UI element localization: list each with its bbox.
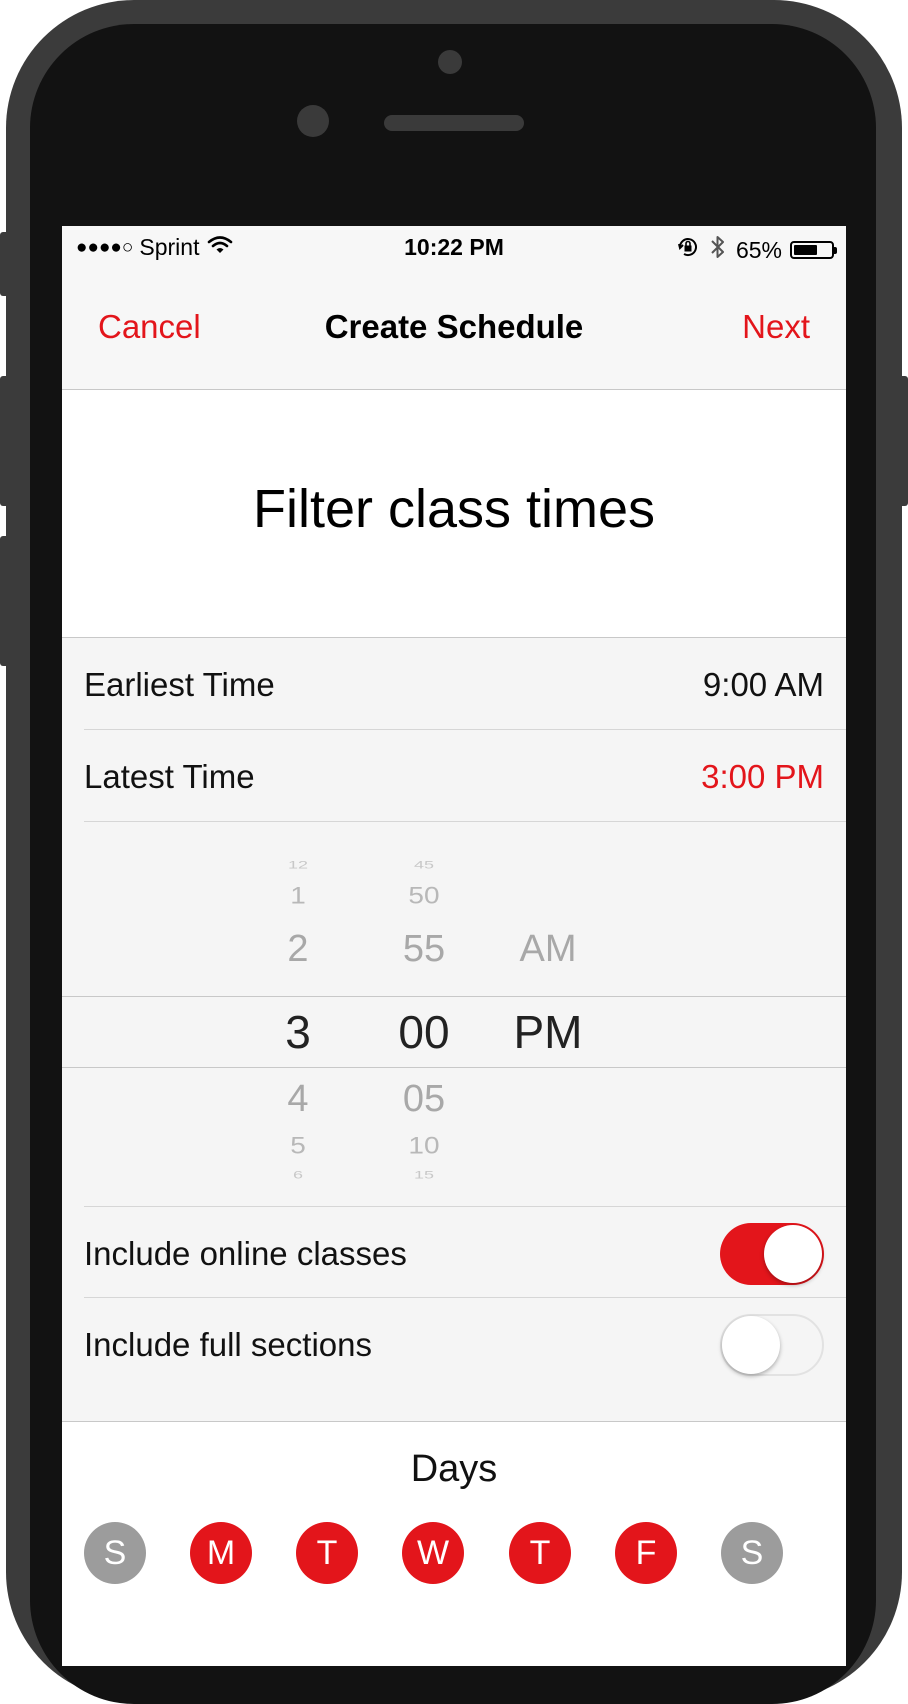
online-classes-row: Include online classes bbox=[84, 1206, 846, 1298]
earliest-time-row[interactable]: Earliest Time 9:00 AM bbox=[84, 638, 846, 730]
section-heading: Filter class times bbox=[252, 479, 656, 539]
picker-hour-option[interactable]: 5 bbox=[268, 1134, 328, 1158]
day-sunday-button[interactable]: S bbox=[84, 1522, 146, 1584]
battery-percent: 65% bbox=[735, 236, 782, 263]
screen: ●●●●○ Sprint 10:22 PM 65% Cancel Create … bbox=[62, 226, 846, 1666]
picker-period-option[interactable]: AM bbox=[508, 930, 588, 968]
next-button[interactable]: Next bbox=[742, 308, 810, 346]
full-sections-row: Include full sections bbox=[84, 1298, 846, 1390]
day-thursday-button[interactable]: T bbox=[509, 1522, 571, 1584]
time-picker[interactable]: 12 1 2 3 4 5 6 45 50 55 00 05 10 15 AM P… bbox=[62, 822, 846, 1206]
picker-minute-option[interactable]: 10 bbox=[386, 1134, 462, 1158]
day-tuesday-button[interactable]: T bbox=[296, 1522, 358, 1584]
days-section: Days S M T W T F S bbox=[62, 1422, 846, 1666]
online-classes-toggle[interactable] bbox=[720, 1223, 824, 1285]
navigation-bar: Cancel Create Schedule Next bbox=[62, 270, 846, 390]
battery-level bbox=[794, 245, 818, 255]
days-title: Days bbox=[410, 1448, 498, 1490]
picker-hour-option[interactable]: 6 bbox=[268, 1170, 328, 1181]
status-bar: ●●●●○ Sprint 10:22 PM 65% bbox=[62, 226, 846, 270]
settings-panel: Earliest Time 9:00 AM Latest Time 3:00 P… bbox=[62, 638, 846, 1422]
latest-time-label: Latest Time bbox=[84, 758, 255, 795]
day-monday-button[interactable]: M bbox=[190, 1522, 252, 1584]
toggle-knob bbox=[722, 1316, 780, 1374]
battery-icon bbox=[790, 241, 837, 259]
picker-hour-option[interactable]: 1 bbox=[268, 884, 328, 908]
day-friday-button[interactable]: F bbox=[615, 1522, 677, 1584]
proximity-sensor bbox=[297, 105, 329, 137]
earliest-time-value: 9:00 AM bbox=[702, 666, 824, 703]
mute-switch bbox=[0, 232, 8, 296]
picker-hour-option[interactable]: 4 bbox=[268, 1080, 328, 1118]
front-camera bbox=[438, 50, 462, 74]
full-sections-toggle[interactable] bbox=[720, 1314, 824, 1376]
latest-time-value: 3:00 PM bbox=[701, 758, 824, 795]
picker-hour-option[interactable]: 12 bbox=[268, 860, 328, 871]
day-wednesday-button[interactable]: W bbox=[402, 1522, 464, 1584]
picker-minute-option[interactable]: 15 bbox=[386, 1170, 462, 1181]
page-title: Create Schedule bbox=[324, 308, 584, 345]
earpiece-speaker bbox=[384, 115, 524, 131]
day-saturday-button[interactable]: S bbox=[721, 1522, 783, 1584]
picker-minute-selected[interactable]: 00 bbox=[386, 1009, 462, 1055]
picker-minute-option[interactable]: 45 bbox=[386, 860, 462, 871]
picker-hour-option[interactable]: 2 bbox=[268, 930, 328, 968]
full-sections-label: Include full sections bbox=[84, 1326, 372, 1363]
power-button bbox=[898, 376, 908, 506]
bluetooth-icon bbox=[710, 234, 726, 266]
picker-minute-option[interactable]: 50 bbox=[386, 884, 462, 908]
earliest-time-label: Earliest Time bbox=[84, 666, 275, 703]
online-classes-label: Include online classes bbox=[84, 1235, 407, 1272]
latest-time-row[interactable]: Latest Time 3:00 PM bbox=[84, 730, 846, 822]
picker-hour-selected[interactable]: 3 bbox=[268, 1009, 328, 1055]
rotation-lock-icon bbox=[676, 235, 700, 265]
picker-minute-option[interactable]: 05 bbox=[386, 1080, 462, 1118]
header-area: Filter class times bbox=[62, 390, 846, 638]
picker-period-selected[interactable]: PM bbox=[508, 1009, 588, 1055]
toggle-knob bbox=[764, 1225, 822, 1283]
volume-up-button bbox=[0, 376, 8, 506]
volume-down-button bbox=[0, 536, 8, 666]
picker-minute-option[interactable]: 55 bbox=[386, 930, 462, 968]
